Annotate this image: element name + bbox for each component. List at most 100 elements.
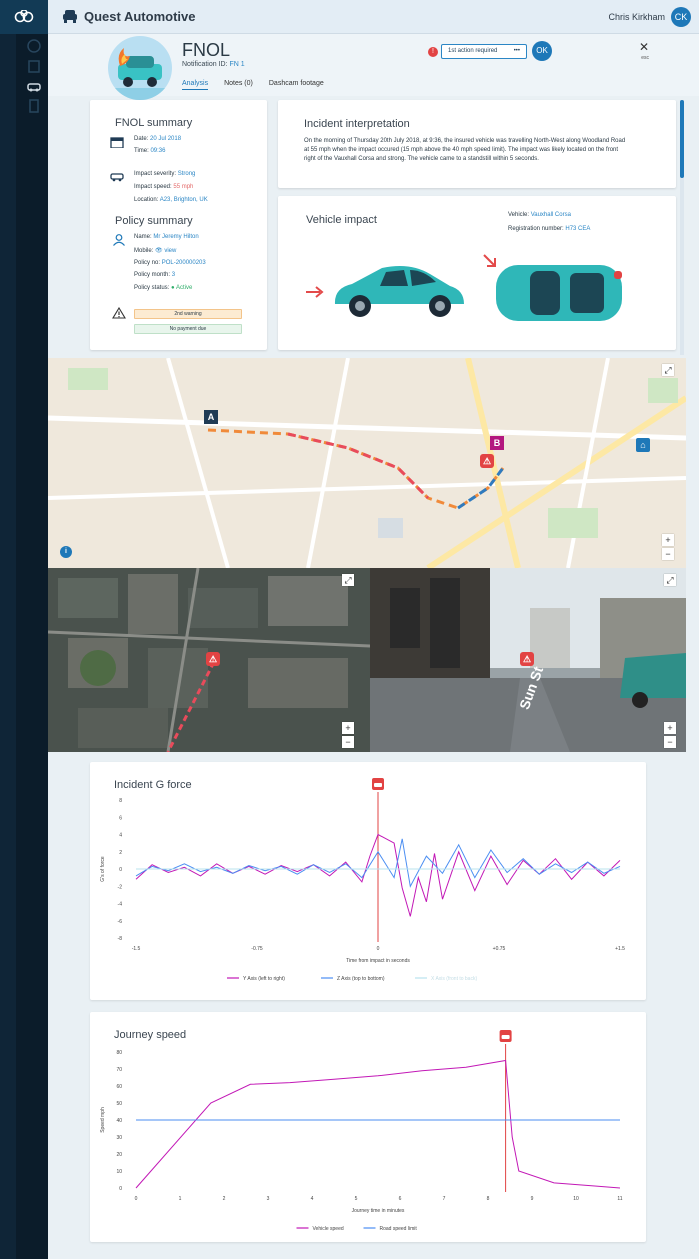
x-tick-label: 7 — [443, 1196, 446, 1202]
vehicle-impact-title: Vehicle impact — [306, 214, 377, 226]
page-title: FNOL — [182, 40, 231, 60]
fullscreen-icon[interactable]: ⤢ — [662, 364, 674, 376]
policy-status-label: Policy status: — [134, 285, 170, 291]
close-esc-label: esc — [641, 55, 649, 61]
journey-speed-chart: Journey speed 80 70 60 50 40 30 20 10 0 0 1 2 3 4 5 6 7 8 9… — [100, 1029, 623, 1232]
map-canvas — [48, 358, 686, 568]
fnol-summary-card: FNOL summary Date: 20 Jul 2018 Time: 09:… — [90, 100, 267, 350]
impact-speed-value: 55 mph — [173, 184, 194, 190]
x-tick-label: -1.5 — [132, 946, 141, 952]
satellite-impact-marker-icon[interactable]: ⚠ — [206, 652, 220, 666]
tab-analysis[interactable]: Analysis — [182, 80, 209, 90]
home-icon[interactable] — [26, 38, 42, 54]
policy-no-row: Policy no: POL-200000203 — [134, 260, 206, 266]
name-row: Name: Mr Jeremy Hilton — [134, 234, 199, 240]
end-point-marker[interactable]: B — [490, 436, 504, 450]
tab-dashcam-footage[interactable]: Dashcam footage — [269, 80, 324, 90]
legend-label: Z Axis (top to bottom) — [337, 976, 385, 982]
x-tick-label: 3 — [267, 1196, 270, 1202]
warning-icon — [112, 307, 126, 319]
ok-button[interactable]: OK — [532, 41, 552, 61]
street-zoom-in-button[interactable]: + — [664, 722, 676, 734]
start-point-marker[interactable]: A — [204, 410, 218, 424]
tab-notes[interactable]: Notes (0) — [224, 80, 253, 90]
x-tick-label: 2 — [223, 1196, 226, 1202]
calendar-icon — [110, 137, 124, 148]
policy-month-value: 3 — [171, 272, 176, 278]
building-icon[interactable] — [26, 58, 42, 74]
tab-bar: Analysis Notes (0) Dashcam footage — [182, 80, 324, 90]
x-tick-label: 1 — [179, 1196, 182, 1202]
car-icon[interactable] — [26, 78, 42, 94]
x-tick-label: +1.5 — [615, 946, 625, 952]
incident-text: On the morning of Thursday 20th July 201… — [304, 138, 626, 162]
location-label: Location: — [134, 197, 159, 203]
car-top-view-illustration — [483, 254, 622, 321]
impact-marker-car — [501, 1035, 510, 1039]
fnol-summary-title: FNOL summary — [115, 117, 193, 129]
x-tick-label: 6 — [399, 1196, 402, 1202]
g-force-chart-card: Incident G force 8 6 4 2 0 -2 -4 -6 -8 -1.5 -0.75 0 +… — [90, 762, 646, 1000]
severity-label: Impact severity: — [134, 171, 177, 177]
x-tick-label: -0.75 — [251, 946, 263, 952]
registration-label: Registration number: — [508, 226, 564, 232]
journey-speed-chart-card: Journey speed 80 70 60 50 40 30 20 10 0 0 1 2 3 4 5 6 7 8 9… — [90, 1012, 646, 1242]
y-tick-label: 60 — [116, 1084, 122, 1090]
payment-badge: No payment due — [134, 324, 242, 334]
legend-label: Road speed limit — [380, 1226, 418, 1232]
y-tick-label: 6 — [119, 815, 122, 821]
panel-scrollbar[interactable] — [680, 100, 684, 355]
street-view[interactable]: Sun St ⚠ ⤢ + − — [370, 568, 686, 752]
impact-marker-icon[interactable]: ⚠ — [480, 454, 494, 468]
vehicle-row: Vehicle: Vauxhall Corsa — [508, 212, 571, 218]
mobile-row: Mobile: 👁 view — [134, 247, 176, 254]
y-tick-label: 2 — [119, 850, 122, 856]
scrollbar-thumb[interactable] — [680, 100, 684, 178]
satellite-zoom-in-button[interactable]: + — [342, 722, 354, 734]
close-icon[interactable]: ✕ — [639, 40, 649, 54]
action-required-select[interactable]: 1st action required ••• — [441, 44, 527, 59]
user-name[interactable]: Chris Kirkham — [608, 12, 665, 22]
y-tick-label: 20 — [116, 1152, 122, 1158]
time-label: Time: — [134, 148, 149, 154]
y-tick-label: 50 — [116, 1101, 122, 1107]
time-value: 09:36 — [150, 148, 166, 154]
street-impact-marker-icon[interactable]: ⚠ — [520, 652, 534, 666]
g-force-chart: Incident G force 8 6 4 2 0 -2 -4 -6 -8 -1.5 -0.75 0 +… — [100, 778, 625, 982]
alert-icon: ! — [428, 47, 438, 57]
app-logo-icon[interactable] — [0, 0, 48, 34]
incident-interpretation-card: Incident interpretation On the morning o… — [278, 100, 676, 188]
policy-month-label: Policy month: — [134, 272, 171, 278]
date-label: Date: — [134, 136, 149, 142]
policy-status-row: Policy status: ● Active — [134, 285, 192, 291]
zoom-out-button[interactable]: − — [662, 548, 674, 560]
car-impact-icon — [110, 173, 124, 182]
claim-header: FNOL Notification ID: FN 1 Analysis Note… — [48, 34, 699, 100]
satellite-view[interactable]: ⚠ ⤢ + − — [48, 568, 370, 752]
info-icon[interactable]: i — [60, 546, 72, 558]
satellite-fullscreen-icon[interactable]: ⤢ — [342, 574, 354, 586]
x-tick-label: 5 — [355, 1196, 358, 1202]
street-zoom-out-button[interactable]: − — [664, 736, 676, 748]
route-map[interactable]: A B ⚠ ⌂ ⤢ + − i — [48, 358, 686, 568]
mobile-view-link[interactable]: 👁 view — [155, 248, 176, 254]
home-location-icon[interactable]: ⌂ — [636, 438, 650, 452]
x-tick-label: 9 — [531, 1196, 534, 1202]
user-avatar[interactable]: CK — [671, 7, 691, 27]
registration-row: Registration number: H73 CEA — [508, 226, 590, 232]
document-icon[interactable] — [26, 98, 42, 114]
legend-label: X Axis (front to back) — [431, 976, 477, 982]
impact-speed-label: Impact speed: — [134, 184, 172, 190]
person-icon — [113, 234, 125, 246]
x-tick-label: 10 — [573, 1196, 579, 1202]
date-value: 20 Jul 2018 — [150, 136, 182, 142]
x-axis-label: Journey time in minutes — [352, 1208, 405, 1214]
street-fullscreen-icon[interactable]: ⤢ — [664, 574, 676, 586]
satellite-zoom-out-button[interactable]: − — [342, 736, 354, 748]
severity-row: Impact severity: Strong — [134, 171, 195, 177]
y-tick-label: 30 — [116, 1135, 122, 1141]
location-row: Location: A23, Brighton, UK — [134, 197, 208, 203]
zoom-in-button[interactable]: + — [662, 534, 674, 546]
policy-month-row: Policy month: 3 — [134, 272, 175, 278]
series-line — [135, 1059, 621, 1189]
